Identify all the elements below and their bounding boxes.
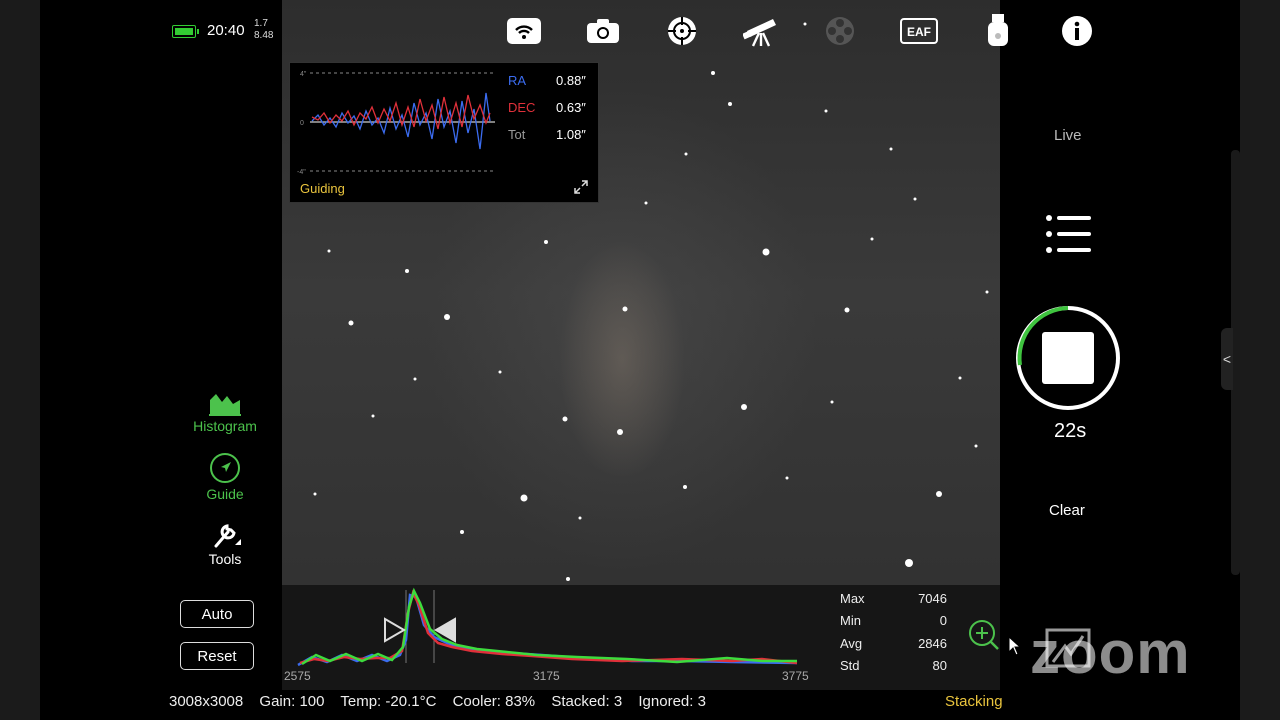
ra-value: 0.88″ bbox=[556, 73, 586, 88]
histogram-icon bbox=[209, 394, 241, 416]
wifi-icon[interactable] bbox=[505, 14, 543, 48]
auto-button[interactable]: Auto bbox=[180, 600, 254, 628]
focus-target-icon[interactable] bbox=[663, 14, 701, 48]
fullscreen-icon[interactable] bbox=[1045, 628, 1091, 668]
dec-value: 0.63″ bbox=[556, 100, 586, 115]
navigation-icon bbox=[210, 453, 240, 483]
guiding-graph: 4" 0 -4" bbox=[297, 71, 495, 176]
battery-icon bbox=[172, 25, 199, 38]
hist-tick-max: 3775 bbox=[782, 669, 809, 683]
resolution: 3008x3008 bbox=[169, 693, 244, 710]
camera-icon[interactable] bbox=[584, 14, 622, 48]
tot-value: 1.08″ bbox=[556, 127, 586, 142]
red-channel bbox=[299, 589, 798, 665]
stat-max-label: Max bbox=[840, 591, 865, 606]
stacked-count: Stacked: 3 bbox=[551, 693, 623, 710]
guiding-panel[interactable]: 4" 0 -4" RA 0.88″ DEC 0.63″ Tot 1.08″ Gu… bbox=[289, 62, 599, 203]
exposure-timer: 22s bbox=[1054, 420, 1087, 442]
histogram-tool[interactable]: Histogram bbox=[175, 390, 275, 434]
telescope-icon[interactable] bbox=[742, 14, 780, 48]
filter-wheel-icon[interactable] bbox=[821, 14, 859, 48]
green-channel bbox=[301, 587, 797, 666]
ra-label: RA bbox=[508, 73, 527, 88]
guide-label: Guide bbox=[206, 486, 244, 502]
histogram-panel[interactable]: 2575 3175 3775 Max 7046 Min 0 Avg 2846 S… bbox=[282, 585, 1000, 690]
hist-tick-min: 2575 bbox=[284, 669, 311, 683]
stacking-status: Stacking bbox=[945, 693, 1003, 710]
usb-drive-icon[interactable] bbox=[979, 14, 1017, 48]
histogram-label: Histogram bbox=[193, 418, 257, 434]
wrench-icon bbox=[214, 524, 241, 548]
info-icon[interactable] bbox=[1058, 14, 1096, 48]
tot-label: Tot bbox=[508, 127, 526, 142]
stat-top: 1.7 bbox=[254, 18, 268, 29]
eaf-icon[interactable]: EAF bbox=[900, 14, 938, 48]
stat-std-value: 80 bbox=[932, 658, 947, 673]
camera-info-bar: 3008x3008 Gain: 100 Temp: -20.1°C Cooler… bbox=[169, 693, 718, 710]
dec-series bbox=[311, 94, 491, 130]
y-tick-zero: 0 bbox=[300, 120, 304, 127]
cooler: Cooler: 83% bbox=[452, 693, 536, 710]
tools-tool[interactable]: Tools bbox=[175, 517, 275, 567]
device-frame-left bbox=[0, 0, 40, 720]
mouse-cursor-icon bbox=[1008, 636, 1022, 656]
live-mode-button[interactable]: Live bbox=[1054, 127, 1082, 144]
gain: Gain: 100 bbox=[259, 693, 325, 710]
collapse-handle[interactable]: < bbox=[1221, 328, 1233, 390]
black-point-handle[interactable] bbox=[384, 617, 406, 643]
stop-capture-button[interactable] bbox=[1015, 305, 1121, 411]
stat-avg-label: Avg bbox=[840, 636, 863, 651]
stat-min-label: Min bbox=[840, 613, 861, 628]
y-tick-bottom: -4" bbox=[297, 169, 306, 176]
reset-button[interactable]: Reset bbox=[180, 642, 254, 670]
stat-min-value: 0 bbox=[939, 613, 947, 628]
temperature: Temp: -20.1°C bbox=[340, 693, 437, 710]
stop-icon bbox=[1042, 332, 1094, 384]
zoom-in-icon[interactable] bbox=[968, 619, 1000, 651]
device-frame-right bbox=[1240, 0, 1280, 720]
list-menu-icon[interactable] bbox=[1045, 214, 1091, 254]
stat-avg-value: 2846 bbox=[918, 636, 947, 651]
stat-bottom: 8.48 bbox=[254, 30, 274, 41]
stat-max-value: 7046 bbox=[918, 591, 947, 606]
expand-icon[interactable] bbox=[573, 179, 589, 195]
eaf-label: EAF bbox=[907, 25, 931, 39]
y-tick-top: 4" bbox=[300, 71, 307, 78]
tools-label: Tools bbox=[208, 551, 242, 567]
clock: 20:40 bbox=[207, 22, 245, 39]
ignored-count: Ignored: 3 bbox=[638, 693, 706, 710]
guide-tool[interactable]: Guide bbox=[175, 452, 275, 502]
stat-std-label: Std bbox=[840, 658, 860, 673]
hist-tick-mid: 3175 bbox=[533, 669, 560, 683]
guiding-title: Guiding bbox=[300, 181, 345, 196]
top-stats: 1.7 8.48 bbox=[254, 18, 273, 42]
clear-button[interactable]: Clear bbox=[1049, 502, 1085, 519]
dec-label: DEC bbox=[508, 100, 536, 115]
